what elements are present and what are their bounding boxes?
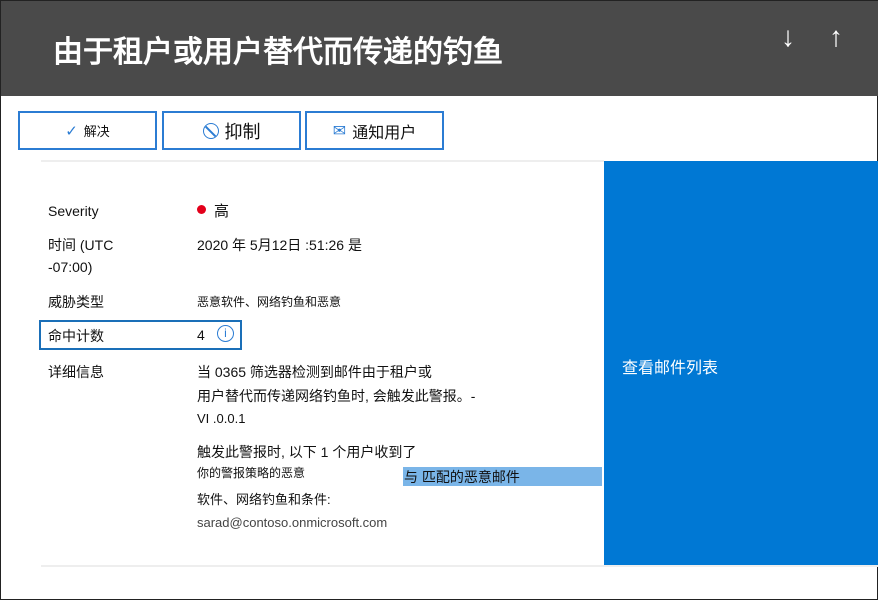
severity-label: Severity xyxy=(48,203,99,219)
notify-users-button[interactable]: ✉ 通知用户 xyxy=(305,111,444,150)
resolve-button[interactable]: ✓ 解决 xyxy=(18,111,157,150)
severity-dot-icon xyxy=(197,205,206,214)
details-label: 详细信息 xyxy=(48,364,104,380)
resolve-label: 解决 xyxy=(83,124,110,139)
time-value: 2020 年 5月12日 :51:26 是 xyxy=(197,237,362,253)
header: 由于租户或用户替代而传递的钓鱼 ↓ ↑ xyxy=(1,1,878,96)
mail-icon: ✉ xyxy=(332,122,347,140)
check-icon: ✓ xyxy=(65,122,78,140)
details-line-5: 软件、网络钓鱼和条件: xyxy=(197,492,331,507)
notify-label: 通知用户 xyxy=(352,124,417,142)
divider xyxy=(41,160,604,162)
block-icon xyxy=(202,122,219,139)
time-label: 时间 (UTC xyxy=(48,237,114,253)
threat-type-value: 恶意软件、网络钓鱼和恶意 xyxy=(197,295,342,309)
details-highlight: 与 匹配的恶意邮件 xyxy=(403,467,602,486)
details-line-2: 用户替代而传递网络钓鱼时, 会触发此警报。- xyxy=(197,388,476,404)
info-icon[interactable]: i xyxy=(217,325,234,342)
hit-count-value: 4 xyxy=(197,327,205,343)
details-version: VI .0.0.1 xyxy=(197,411,246,426)
details-line-3: 触发此警报时, 以下 1 个用户收到了 xyxy=(197,444,417,460)
details-line-1: 当 0365 筛选器检测到邮件由于租户或 xyxy=(197,364,432,380)
divider-bottom xyxy=(41,565,878,567)
page-title: 由于租户或用户替代而传递的钓鱼 xyxy=(53,36,503,69)
suppress-label: 抑制 xyxy=(224,121,261,142)
details-line-4: 你的警报策略的恶意 xyxy=(197,466,306,480)
view-messages-link[interactable]: 查看邮件列表 xyxy=(622,354,718,378)
time-label-tz: -07:00) xyxy=(48,259,93,275)
hit-count-label: 命中计数 xyxy=(48,328,104,344)
arrow-up-icon[interactable]: ↑ xyxy=(829,21,843,53)
threat-type-label: 威胁类型 xyxy=(48,294,104,310)
arrow-down-icon[interactable]: ↓ xyxy=(781,21,795,53)
view-messages-panel[interactable]: 查看邮件列表 xyxy=(604,161,878,566)
suppress-button[interactable]: 抑制 xyxy=(162,111,301,150)
details-user: sarad@contoso.onmicrosoft.com xyxy=(197,515,388,530)
severity-value: 高 xyxy=(197,200,229,221)
